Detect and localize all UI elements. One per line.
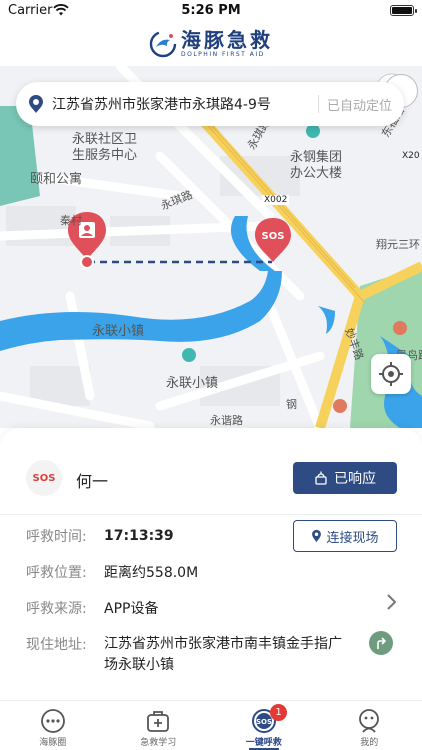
connect-scene-button[interactable]: 连接现场 <box>293 520 397 552</box>
dolphin-logo-icon <box>149 30 177 58</box>
call-source-label: 呼救来源: <box>26 601 87 617</box>
responded-label: 已响应 <box>334 471 376 487</box>
rescue-detail-sheet: SOS 何一 已响应 呼救时间: 17:13:39 连接现场 呼救位置: 距离约… <box>0 428 422 704</box>
status-bar: Carrier 5:26 PM <box>0 0 422 22</box>
call-source-value: APP设备 <box>104 601 159 617</box>
notification-badge: 1 <box>270 704 288 721</box>
call-location-value: 距离约558.0M <box>104 565 199 581</box>
sos-avatar-label: SOS <box>32 472 56 484</box>
section-divider <box>0 514 422 515</box>
auto-located-label: 已自动定位 <box>326 98 392 114</box>
chevron-right-icon[interactable] <box>386 594 396 610</box>
brand-name: 海豚急救 <box>181 28 273 52</box>
tab-label: 海豚圈 <box>39 738 67 748</box>
bottom-tab-bar: 海豚圈 急救学习 SOS 1 一键呼救 我的 <box>0 700 422 750</box>
call-source-row[interactable]: 呼救来源: APP设备 <box>26 597 406 619</box>
map-label-x20: X20 <box>402 151 420 161</box>
call-location-row: 呼救位置: 距离约558.0M <box>26 561 198 583</box>
map-label-x002: X002 <box>262 195 290 205</box>
app-header: 海豚急救 DOLPHIN FIRST AID <box>0 22 422 66</box>
tab-dolphin-circle[interactable]: 海豚圈 <box>0 701 106 750</box>
map-label-xiangyuan: 翔元三环 <box>376 238 420 251</box>
current-location-card[interactable]: 江苏省苏州市张家港市永琪路4-9号 已自动定位 <box>16 82 404 126</box>
map-label-steel-2: 办公大楼 <box>290 166 343 181</box>
avatar: SOS <box>26 460 62 496</box>
crosshair-icon <box>379 362 403 386</box>
map-label-yongxie-road: 永谐路 <box>210 414 243 427</box>
tab-label: 急救学习 <box>140 738 177 748</box>
locate-me-button[interactable] <box>371 354 411 394</box>
location-pin-icon <box>312 529 322 543</box>
navigation-arrow-icon <box>377 637 387 649</box>
svg-text:SOS: SOS <box>256 718 272 726</box>
caller-name: 何一 <box>76 472 109 491</box>
map-label-yonglian-town-2: 永联小镇 <box>166 376 219 391</box>
call-time-label: 呼救时间: <box>26 529 87 545</box>
map-label-clinic-2: 生服务中心 <box>72 148 138 163</box>
call-location-label: 呼救位置: <box>26 565 87 581</box>
chat-bubble-icon <box>40 709 65 733</box>
alarm-icon <box>315 471 327 485</box>
current-address: 江苏省苏州市张家港市永琪路4-9号 <box>52 97 271 113</box>
location-pin-icon <box>29 95 43 113</box>
responded-button[interactable]: 已响应 <box>293 462 397 494</box>
home-address-label: 现住地址: <box>26 637 87 653</box>
home-address-value: 江苏省苏州市张家港市南丰镇金手指广场永联小镇 <box>104 636 342 673</box>
map-label-gang: 钢 <box>286 398 297 411</box>
battery-icon <box>390 5 417 16</box>
clock: 5:26 PM <box>181 3 241 18</box>
navigate-button[interactable] <box>369 631 393 655</box>
first-aid-kit-icon <box>147 711 170 732</box>
map-label-qincun: 秦村 <box>60 214 82 227</box>
map-label-yihe: 颐和公寓 <box>30 172 83 187</box>
tab-label: 我的 <box>360 738 379 748</box>
profile-icon <box>359 709 380 733</box>
home-address-row: 现住地址: 江苏省苏州市张家港市南丰镇金手指广场永联小镇 <box>26 634 354 676</box>
divider <box>317 95 319 113</box>
map-label-yonglian-town-1: 永联小镇 <box>92 324 145 339</box>
tab-label: 一键呼救 <box>245 738 282 748</box>
tab-sos-call[interactable]: SOS 1 一键呼救 <box>211 701 317 750</box>
call-time-value: 17:13:39 <box>104 528 174 544</box>
tab-first-aid-learning[interactable]: 急救学习 <box>106 701 212 750</box>
connect-scene-label: 连接现场 <box>326 530 379 546</box>
call-time-row: 呼救时间: 17:13:39 <box>26 525 174 547</box>
brand-tagline: DOLPHIN FIRST AID <box>181 51 265 58</box>
svg-text:SOS: SOS <box>262 231 285 242</box>
tab-profile[interactable]: 我的 <box>317 701 422 750</box>
